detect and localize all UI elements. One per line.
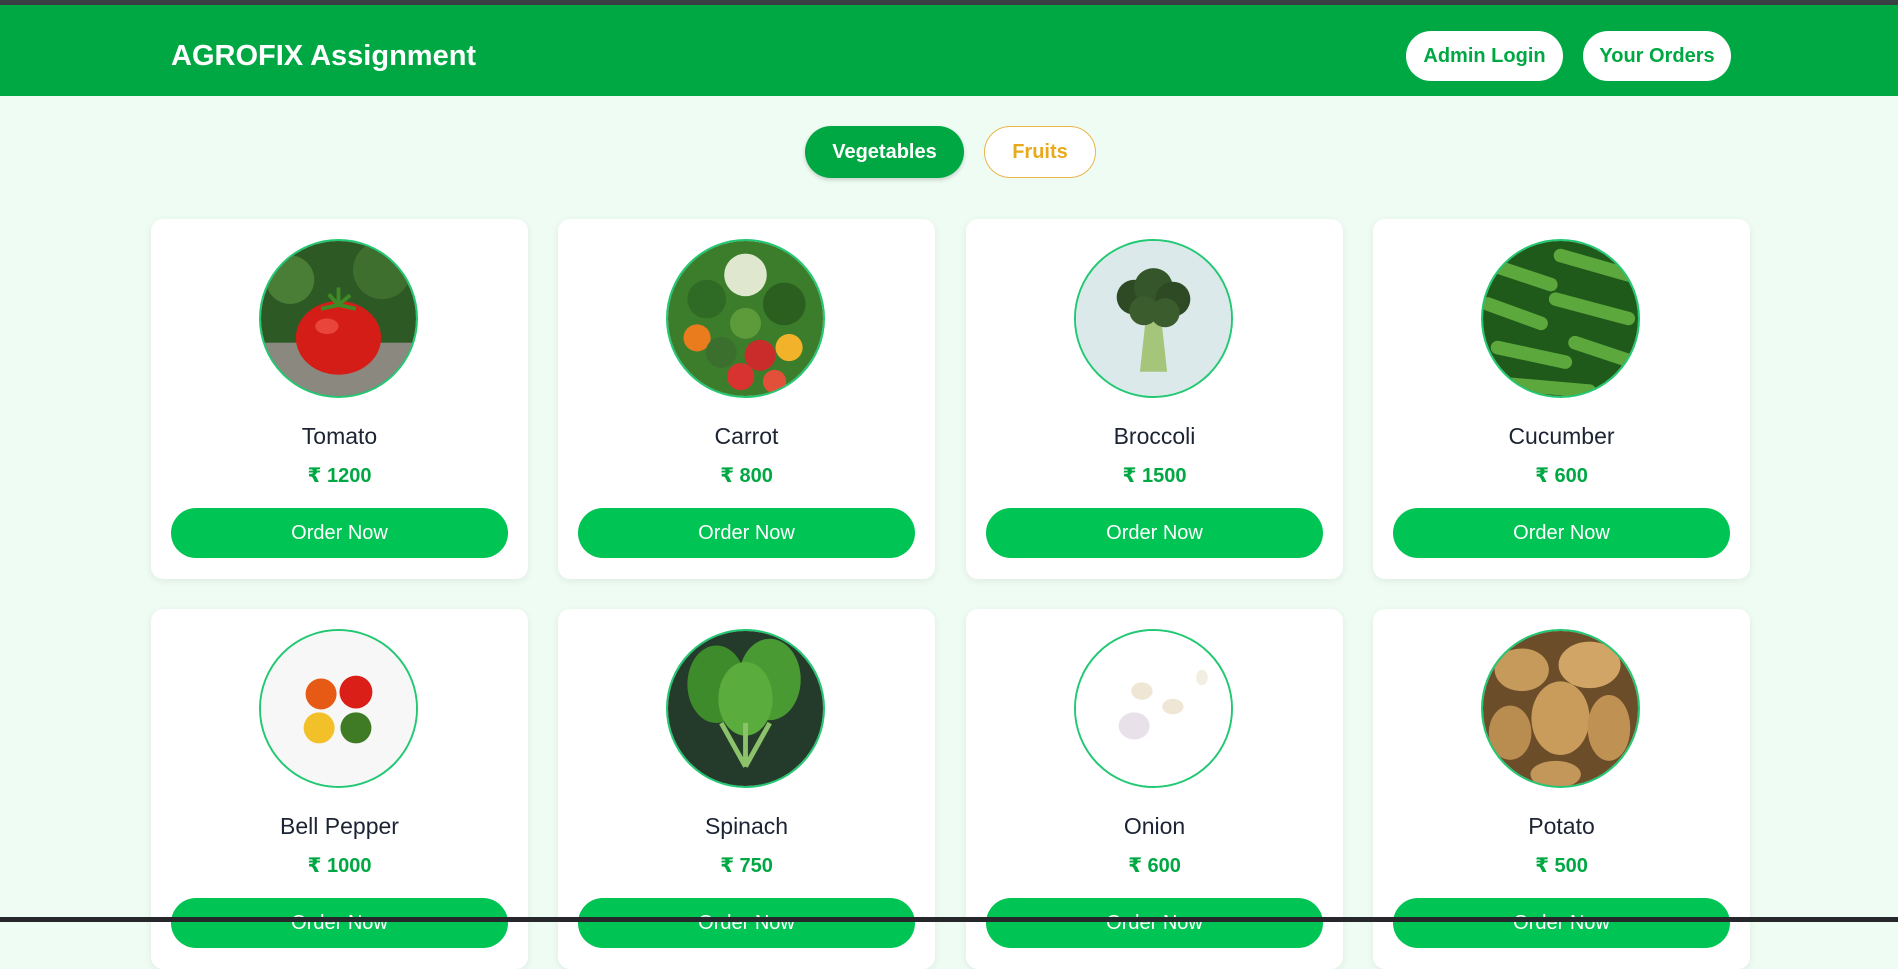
order-now-button[interactable]: Order Now (171, 898, 508, 948)
product-price: ₹ 1500 (1122, 465, 1187, 487)
order-now-button[interactable]: Order Now (578, 508, 915, 558)
product-price: ₹ 1200 (307, 465, 372, 487)
potato-image (1481, 629, 1640, 788)
top-navbar: AGROFIX Assignment Admin Login Your Orde… (0, 5, 1898, 96)
your-orders-button[interactable]: Your Orders (1583, 31, 1731, 81)
cucumber-image (1481, 239, 1640, 398)
product-price: ₹ 750 (720, 855, 773, 877)
bell-pepper-image (259, 629, 418, 788)
product-name: Onion (1123, 813, 1186, 839)
order-now-button[interactable]: Order Now (986, 508, 1323, 558)
product-card-spinach: Spinach ₹ 750 Order Now (558, 609, 935, 969)
product-name: Tomato (301, 423, 378, 449)
product-name: Bell Pepper (280, 813, 399, 839)
product-price: ₹ 500 (1535, 855, 1588, 877)
product-card-cucumber: Cucumber ₹ 600 Order Now (1373, 219, 1750, 579)
product-card-tomato: Tomato ₹ 1200 Order Now (151, 219, 528, 579)
product-card-potato: Potato ₹ 500 Order Now (1373, 609, 1750, 969)
product-card-carrot: Carrot ₹ 800 Order Now (558, 219, 935, 579)
product-price: ₹ 600 (1128, 855, 1181, 877)
product-card-onion: Onion ₹ 600 Order Now (966, 609, 1343, 969)
product-name: Potato (1528, 813, 1595, 839)
tomato-image (259, 239, 418, 398)
product-name: Broccoli (1113, 423, 1196, 449)
order-now-button[interactable]: Order Now (578, 898, 915, 948)
onion-image (1074, 629, 1233, 788)
carrot-image (666, 239, 825, 398)
broccoli-image (1074, 239, 1233, 398)
order-now-button[interactable]: Order Now (171, 508, 508, 558)
brand-title: AGROFIX Assignment (171, 40, 477, 72)
tab-fruits[interactable]: Fruits (984, 126, 1096, 178)
order-now-button[interactable]: Order Now (1393, 898, 1730, 948)
admin-login-button[interactable]: Admin Login (1406, 31, 1563, 81)
product-name: Carrot (714, 423, 779, 449)
product-card-broccoli: Broccoli ₹ 1500 Order Now (966, 219, 1343, 579)
product-price: ₹ 800 (720, 465, 773, 487)
order-now-button[interactable]: Order Now (986, 898, 1323, 948)
product-card-bell-pepper: Bell Pepper ₹ 1000 Order Now (151, 609, 528, 969)
tab-vegetables[interactable]: Vegetables (805, 126, 964, 178)
window-bottom-edge (0, 917, 1898, 922)
spinach-image (666, 629, 825, 788)
product-name: Spinach (704, 813, 789, 839)
product-name: Cucumber (1508, 423, 1615, 449)
product-price: ₹ 1000 (307, 855, 372, 877)
product-price: ₹ 600 (1535, 465, 1588, 487)
order-now-button[interactable]: Order Now (1393, 508, 1730, 558)
